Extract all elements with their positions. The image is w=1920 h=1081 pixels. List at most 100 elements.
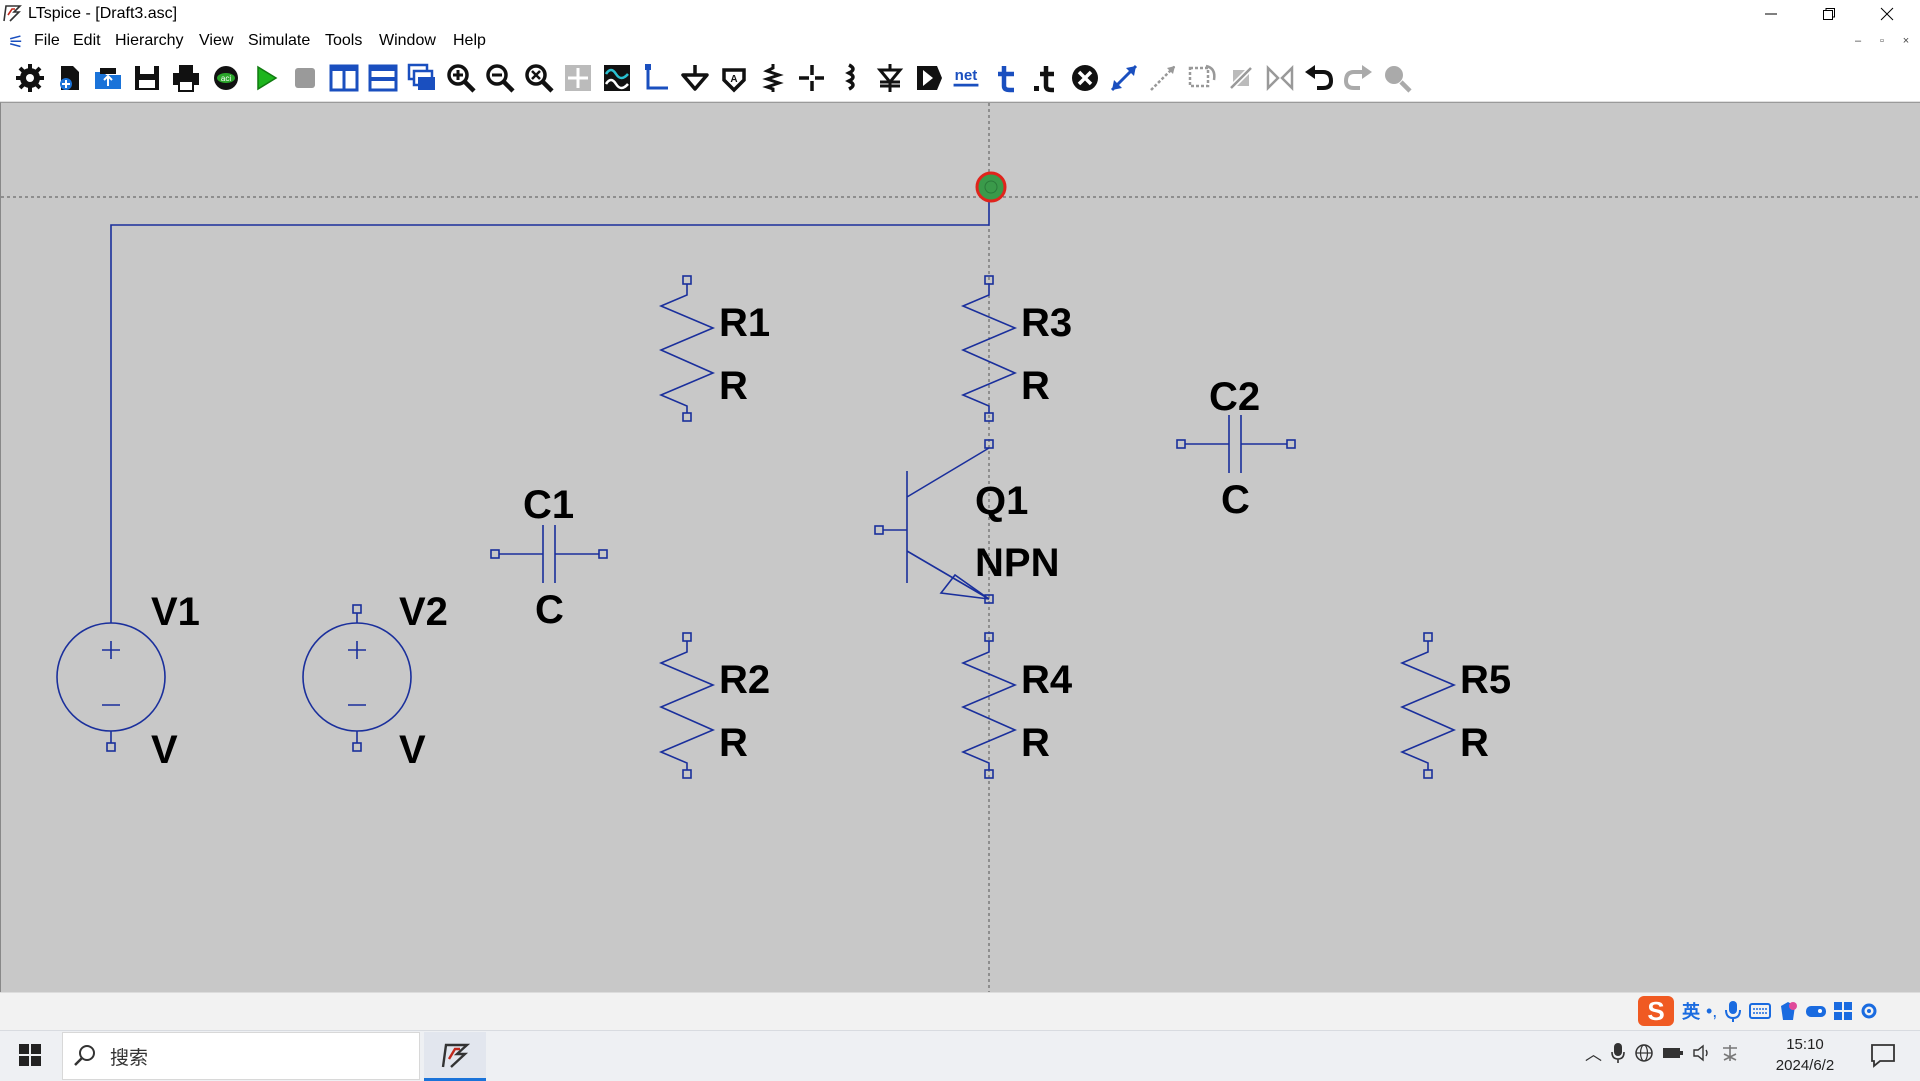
- menu-hierarchy[interactable]: Hierarchy: [115, 32, 183, 50]
- resistor-r1-symbol[interactable]: [658, 275, 716, 422]
- taskbar-clock[interactable]: 15:10 2024/6/2: [1760, 1034, 1850, 1076]
- voltage-source-v1-symbol[interactable]: [56, 622, 166, 752]
- keyboard-icon[interactable]: [1749, 1001, 1772, 1021]
- r1-value-label: R: [719, 364, 748, 408]
- spice-directive-icon[interactable]: aci: [210, 62, 242, 94]
- c2-value-label: C: [1221, 478, 1250, 522]
- minimize-button[interactable]: [1742, 0, 1800, 28]
- game-icon[interactable]: [1805, 1001, 1827, 1021]
- ime-settings-icon[interactable]: [1859, 1001, 1879, 1021]
- mirror-icon[interactable]: [1225, 62, 1257, 94]
- menu-window[interactable]: Window: [379, 32, 436, 50]
- wire[interactable]: [110, 197, 990, 623]
- menu-help[interactable]: Help: [453, 32, 486, 50]
- menu-simulate[interactable]: Simulate: [248, 32, 310, 50]
- start-button[interactable]: [0, 1030, 60, 1080]
- component-icon[interactable]: [913, 62, 945, 94]
- halt-icon[interactable]: [289, 62, 321, 94]
- wire-icon[interactable]: [640, 62, 672, 94]
- r2-ref-label: R2: [719, 658, 770, 702]
- search-icon: [74, 1045, 95, 1066]
- toolbar-empty-area: [1422, 55, 1920, 102]
- net-label-text: net: [955, 67, 978, 84]
- menu-tools[interactable]: Tools: [325, 32, 362, 50]
- ground-icon[interactable]: [679, 62, 711, 94]
- cascade-icon[interactable]: [406, 62, 438, 94]
- battery-icon[interactable]: [1662, 1046, 1684, 1060]
- c1-ref-label: C1: [523, 483, 574, 527]
- zoom-out-icon[interactable]: [484, 62, 516, 94]
- pan-icon[interactable]: [562, 62, 594, 94]
- spice-directive-t-icon[interactable]: [1030, 62, 1062, 94]
- find-icon[interactable]: [1381, 62, 1413, 94]
- undo-icon[interactable]: [1303, 62, 1335, 94]
- mdi-close-button[interactable]: ×: [1896, 34, 1916, 48]
- svg-text:S: S: [1647, 996, 1664, 1026]
- redo-icon[interactable]: [1342, 62, 1374, 94]
- duplicate-icon[interactable]: [1264, 62, 1296, 94]
- move-icon[interactable]: [1108, 62, 1140, 94]
- ime-language-toggle[interactable]: 英: [1682, 998, 1700, 1024]
- clock-date: 2024/6/2: [1775, 1057, 1835, 1074]
- r5-value-label: R: [1460, 721, 1489, 765]
- close-button[interactable]: [1858, 0, 1916, 28]
- r2-value-label: R: [719, 721, 748, 765]
- gear-icon[interactable]: [14, 62, 46, 94]
- waveform-icon[interactable]: [601, 62, 633, 94]
- capacitor-c2-symbol[interactable]: [1176, 415, 1296, 473]
- schematic-canvas[interactable]: R1 R R2 R R3 R R4 R R5 R C1 C C2 C Q1 NP…: [0, 102, 1920, 993]
- v1-value-label: V: [151, 728, 178, 772]
- zoom-fit-icon[interactable]: [523, 62, 555, 94]
- microphone-icon[interactable]: [1723, 999, 1743, 1023]
- menu-file[interactable]: File: [34, 32, 60, 50]
- zoom-in-icon[interactable]: [445, 62, 477, 94]
- tile-vertical-icon[interactable]: [328, 62, 360, 94]
- capacitor-icon[interactable]: [796, 62, 828, 94]
- delete-icon[interactable]: [1069, 62, 1101, 94]
- voltage-source-v2-symbol[interactable]: [302, 604, 412, 752]
- resistor-r5-symbol[interactable]: [1399, 632, 1457, 779]
- open-icon[interactable]: [92, 62, 124, 94]
- v2-value-label: V: [399, 728, 426, 772]
- mdi-restore-button[interactable]: ▫: [1872, 34, 1892, 48]
- capacitor-c1-symbol[interactable]: [490, 525, 608, 583]
- ime-indicator-icon[interactable]: [1720, 1043, 1740, 1063]
- resistor-r2-symbol[interactable]: [658, 632, 716, 779]
- document-menu-icon[interactable]: ⚟: [8, 32, 24, 53]
- restore-button[interactable]: [1800, 0, 1858, 28]
- skin-icon[interactable]: [1777, 1000, 1799, 1022]
- notification-center-icon[interactable]: [1868, 1040, 1898, 1070]
- svg-text:A: A: [730, 74, 737, 85]
- network-globe-icon[interactable]: [1634, 1043, 1654, 1063]
- taskbar-ltspice-button[interactable]: [424, 1032, 486, 1081]
- rotate-icon[interactable]: [1186, 62, 1218, 94]
- menu-view[interactable]: View: [199, 32, 233, 50]
- r4-ref-label: R4: [1021, 658, 1073, 702]
- menu-edit[interactable]: Edit: [73, 32, 101, 50]
- resistor-icon[interactable]: [757, 62, 789, 94]
- mdi-minimize-button[interactable]: –: [1848, 34, 1868, 48]
- schematic-drawing: R1 R R2 R R3 R R4 R R5 R C1 C C2 C Q1 NP…: [1, 103, 1920, 993]
- title-bar: LTspice - [Draft3.asc]: [0, 0, 1920, 28]
- q1-value-label: NPN: [975, 541, 1059, 585]
- toolbox-icon[interactable]: [1833, 1001, 1853, 1021]
- status-bar: [0, 992, 1920, 1031]
- tray-microphone-icon[interactable]: [1610, 1042, 1626, 1064]
- punctuation-icon[interactable]: •,: [1706, 1001, 1717, 1022]
- label-net-icon[interactable]: A: [718, 62, 750, 94]
- net-name-icon[interactable]: net: [950, 62, 982, 94]
- new-schematic-icon[interactable]: [53, 62, 85, 94]
- inductor-icon[interactable]: [835, 62, 867, 94]
- ltspice-app-icon[interactable]: [2, 3, 22, 23]
- volume-icon[interactable]: [1692, 1044, 1712, 1062]
- diode-icon[interactable]: [874, 62, 906, 94]
- sogou-ime-icon[interactable]: S: [1636, 994, 1676, 1028]
- save-icon[interactable]: [131, 62, 163, 94]
- window-title: LTspice - [Draft3.asc]: [28, 5, 178, 22]
- text-icon[interactable]: [992, 62, 1024, 94]
- tile-horizontal-icon[interactable]: [367, 62, 399, 94]
- run-icon[interactable]: [250, 62, 282, 94]
- print-icon[interactable]: [170, 62, 202, 94]
- show-hidden-icons-chevron-icon[interactable]: ︿: [1585, 1040, 1602, 1065]
- drag-icon[interactable]: [1147, 62, 1179, 94]
